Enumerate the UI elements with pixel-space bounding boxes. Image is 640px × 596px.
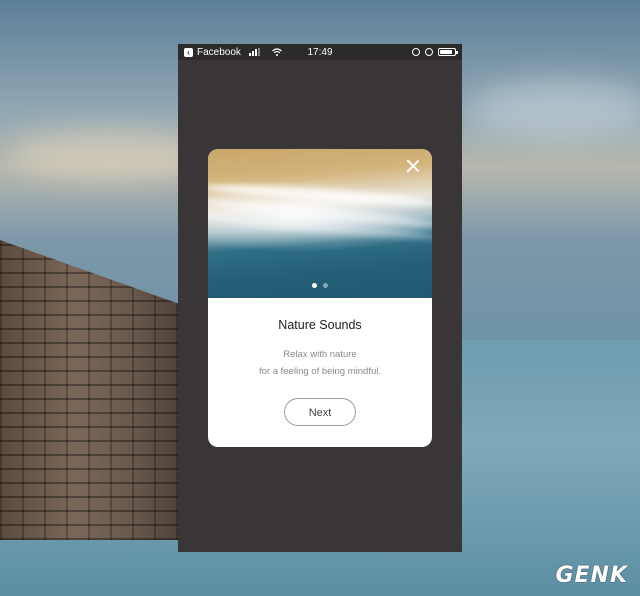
hero-image[interactable]	[208, 149, 432, 298]
clock: 17:49	[307, 46, 333, 58]
battery-icon	[438, 48, 458, 56]
back-app-label: Facebook	[197, 46, 241, 58]
carousel-dot[interactable]	[312, 283, 317, 288]
description-line: for a feeling of being mindful.	[259, 366, 381, 377]
next-button[interactable]: Next	[284, 398, 356, 426]
carousel-dots	[208, 283, 432, 288]
stone-wall	[0, 240, 185, 540]
modal-description: Relax with nature for a feeling of being…	[208, 346, 432, 380]
alarm-icon	[425, 48, 433, 56]
watermark-logo: GENK	[555, 563, 628, 588]
battery-fill	[440, 50, 452, 54]
status-bar: ‹ Facebook 17:49	[178, 44, 462, 60]
back-chevron-icon: ‹	[184, 47, 193, 57]
carousel-dot[interactable]	[323, 283, 328, 288]
onboarding-modal: Nature Sounds Relax with nature for a fe…	[208, 149, 432, 447]
cloud	[470, 80, 640, 140]
description-line: Relax with nature	[283, 349, 357, 360]
signal-icon	[248, 48, 260, 56]
rotation-lock-icon	[412, 48, 420, 56]
close-icon[interactable]	[406, 159, 420, 173]
back-to-app[interactable]: ‹ Facebook	[184, 47, 282, 58]
wifi-icon	[272, 48, 282, 56]
modal-title: Nature Sounds	[278, 318, 362, 332]
phone-screen: ‹ Facebook 17:49 Nature Sounds Relax wit…	[178, 44, 462, 552]
